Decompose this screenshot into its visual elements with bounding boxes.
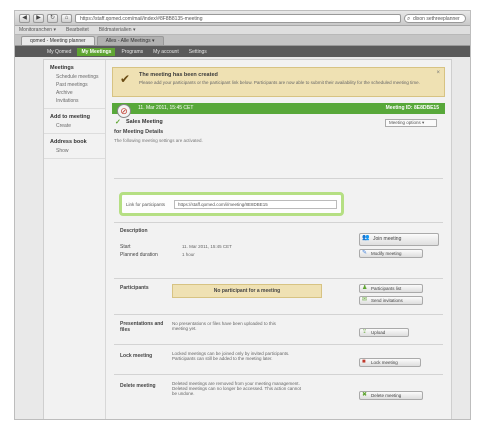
join-meeting-button[interactable]: 👥 Join meeting — [359, 233, 439, 246]
bookmarks-bar: Monitoranchen ▾ Bearbeitet Bildmateriali… — [15, 26, 470, 35]
participant-link-box: Link for participants https://staff.qome… — [119, 192, 344, 216]
reload-icon[interactable]: ↻ — [47, 13, 58, 23]
sidebar-item-schedule[interactable]: Schedule meetings — [50, 73, 105, 81]
bookmark-item[interactable]: Bildmaterialien ▾ — [99, 27, 136, 33]
sidebar-item-past[interactable]: Past meetings — [50, 81, 105, 89]
checkmark-icon: ✔ — [120, 72, 131, 86]
meeting-title: Sales Meeting — [126, 119, 163, 125]
delete-section: Delete meeting Deleted meetings are remo… — [114, 374, 443, 410]
nav-settings[interactable]: Settings — [185, 48, 211, 56]
search-icon: ⌕ — [407, 15, 411, 22]
bookmark-item[interactable]: Monitoranchen ▾ — [19, 27, 56, 33]
pencil-icon: ✎ — [362, 250, 368, 256]
section-note: The following meeting settings are activ… — [114, 138, 203, 143]
delete-label: Delete meeting — [120, 383, 156, 389]
presentations-label: Presentations and files — [120, 321, 164, 333]
app-navigation: My Qomed My Meetings Programs My account… — [15, 46, 470, 57]
search-field[interactable]: ⌕ dixon sethreeplanner — [404, 13, 466, 23]
main-panel: ✔ The meeting has been created Please ad… — [112, 60, 445, 400]
upload-icon: ⇪ — [362, 329, 368, 335]
sidebar-item-archive[interactable]: Archive — [50, 89, 105, 97]
participant-link-input[interactable]: https://staff.qomed.com/i/meeting/8E8DBE… — [174, 199, 337, 209]
duration-label: Planned duration — [120, 252, 158, 258]
join-icon: 👥 — [362, 235, 370, 241]
meeting-header-bar: ⊘ 11. Mar 2011, 15:45 CET Meeting ID: 8E… — [112, 103, 445, 118]
close-icon[interactable]: × — [436, 70, 440, 76]
lock-section: Lock meeting Locked meetings can be join… — [114, 344, 443, 374]
meeting-date: 11. Mar 2011, 15:45 CET — [138, 105, 194, 111]
nav-programs[interactable]: Programs — [117, 48, 147, 56]
envelope-icon: ✉ — [362, 297, 368, 303]
sidebar-item-show[interactable]: Show — [50, 147, 105, 155]
section-subtitle: for Meeting Details — [114, 129, 164, 135]
browser-window: ◀ ▶ ↻ ⌂ https://staff.qomed.com/mail/ind… — [14, 10, 471, 420]
delete-meeting-button[interactable]: ✖ Delete meeting — [359, 391, 423, 400]
notice-text: Please add your participants or the part… — [139, 80, 420, 85]
presentations-text: No presentations or files have been uplo… — [172, 321, 276, 331]
sidebar-group-title: Address book — [50, 139, 87, 145]
nav-my-meetings[interactable]: My Meetings — [77, 47, 116, 56]
description-section: Description Start 11. Mar 2011, 15:45 CE… — [114, 222, 443, 278]
sidebar-group-title: Meetings — [50, 65, 74, 71]
address-bar[interactable]: https://staff.qomed.com/mail/index/#8F8B… — [75, 13, 401, 23]
participants-section: Participants No participant for a meetin… — [114, 278, 443, 314]
page-content: Meetings Schedule meetings Past meetings… — [43, 59, 452, 419]
participants-list-button[interactable]: ♟ Participants list — [359, 284, 423, 293]
tab-meeting-planner[interactable]: qomed - Meeting planner — [21, 36, 95, 45]
meeting-title-row: ✓ Sales Meeting Meeting options ▾ — [112, 117, 445, 128]
nav-my-qomed[interactable]: My Qomed — [43, 48, 75, 56]
back-icon[interactable]: ◀ — [19, 13, 30, 23]
home-icon[interactable]: ⌂ — [61, 13, 72, 23]
no-entry-icon: ⊘ — [117, 104, 131, 118]
divider — [114, 178, 443, 179]
success-notice: ✔ The meeting has been created Please ad… — [112, 67, 445, 97]
description-label: Description — [120, 228, 148, 234]
presentations-section: Presentations and files No presentations… — [114, 314, 443, 344]
start-label: Start — [120, 244, 131, 250]
check-icon: ✓ — [115, 119, 121, 126]
tab-strip: qomed - Meeting planner Alles - Alle Mee… — [15, 35, 470, 46]
lock-label: Lock meeting — [120, 353, 153, 359]
meeting-options-select[interactable]: Meeting options ▾ — [385, 119, 437, 127]
modify-meeting-button[interactable]: ✎ Modify meeting — [359, 249, 423, 258]
tab-all-meetings[interactable]: Alles - Alle Meetings ▾ — [96, 36, 164, 45]
nav-my-account[interactable]: My account — [149, 48, 183, 56]
send-invitations-button[interactable]: ✉ Send invitations — [359, 296, 423, 305]
lock-meeting-button[interactable]: ■ Lock meeting — [359, 358, 421, 367]
no-participants-message: No participant for a meeting — [172, 284, 322, 298]
people-icon: ♟ — [362, 285, 368, 291]
forward-icon[interactable]: ▶ — [33, 13, 44, 23]
upload-button[interactable]: ⇪ Upload — [359, 328, 409, 337]
sidebar-group-meetings: Meetings Schedule meetings Past meetings… — [44, 60, 105, 109]
browser-toolbar: ◀ ▶ ↻ ⌂ https://staff.qomed.com/mail/ind… — [15, 11, 470, 26]
participant-link-label: Link for participants — [126, 201, 166, 207]
start-value: 11. Mar 2011, 15:45 CET — [182, 244, 232, 249]
delete-text: Deleted meetings are removed from your m… — [172, 381, 301, 396]
trash-icon: ✖ — [362, 392, 368, 398]
sidebar-item-invitations[interactable]: Invitations — [50, 97, 105, 105]
lock-icon: ■ — [362, 359, 366, 365]
participants-label: Participants — [120, 285, 149, 291]
lock-text: Locked meetings can be joined only by in… — [172, 351, 290, 361]
sidebar-group-add: Add to meeting Create — [44, 109, 105, 134]
sidebar-group-address: Address book Show — [44, 134, 105, 159]
bookmark-item[interactable]: Bearbeitet — [66, 27, 89, 33]
sidebar: Meetings Schedule meetings Past meetings… — [44, 60, 106, 419]
sidebar-item-create[interactable]: Create — [50, 122, 105, 130]
notice-title: The meeting has been created — [139, 72, 218, 78]
meeting-id: Meeting ID: 8E8DBE15 — [385, 105, 439, 111]
sidebar-group-title: Add to meeting — [50, 114, 91, 120]
duration-value: 1 hour — [182, 252, 195, 257]
